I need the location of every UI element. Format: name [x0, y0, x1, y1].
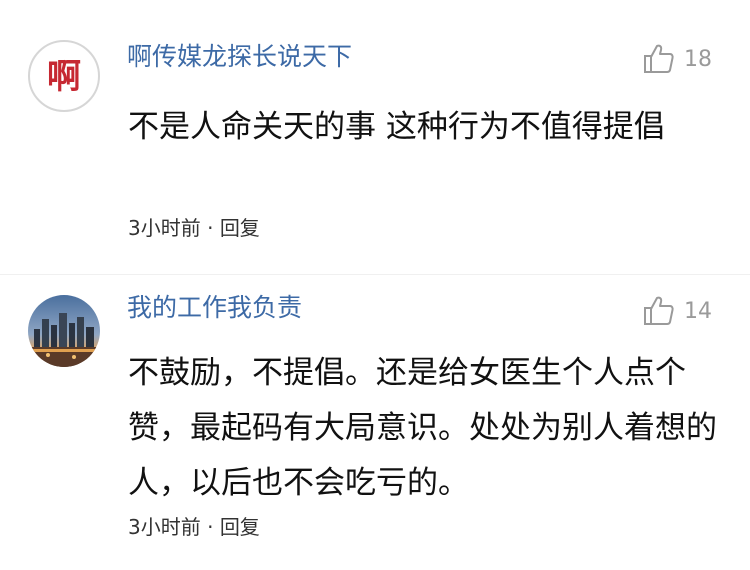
avatar[interactable]: 啊: [28, 40, 100, 112]
comment-time: 3小时前: [128, 216, 201, 240]
comment-time: 3小时前: [128, 515, 201, 539]
like-count: 18: [684, 46, 712, 72]
avatar[interactable]: [28, 295, 100, 367]
comment-meta: 3小时前 · 回复: [128, 513, 260, 541]
svg-text:啊: 啊: [47, 57, 81, 97]
comment-item: 啊 啊传媒龙探长说天下 18 不是人命关天的事 这种行为不值得提倡 3小时前 ·…: [0, 0, 750, 275]
username[interactable]: 我的工作我负责: [127, 292, 302, 324]
meta-separator: ·: [207, 515, 214, 539]
like-count: 14: [684, 298, 712, 324]
logo-avatar-icon: 啊: [31, 43, 97, 109]
like-button[interactable]: 18: [642, 42, 712, 76]
comment-meta: 3小时前 · 回复: [128, 214, 260, 242]
thumbs-up-icon: [644, 44, 674, 73]
username[interactable]: 啊传媒龙探长说天下: [127, 41, 352, 73]
comment-item: 我的工作我负责 14 不鼓励，不提倡。还是给女医生个人点个赞，最起码有大局意识。…: [0, 275, 750, 570]
comment-content: 不是人命关天的事 这种行为不值得提倡: [128, 109, 665, 145]
meta-separator: ·: [207, 216, 214, 240]
comment-content: 不鼓励，不提倡。还是给女医生个人点个赞，最起码有大局意识。处处为别人着想的人，以…: [128, 355, 717, 501]
thumbs-up-icon: [644, 296, 674, 325]
like-button[interactable]: 14: [642, 294, 712, 328]
reply-button[interactable]: 回复: [220, 216, 260, 240]
reply-button[interactable]: 回复: [220, 515, 260, 539]
city-skyline-avatar-icon: [28, 295, 100, 367]
